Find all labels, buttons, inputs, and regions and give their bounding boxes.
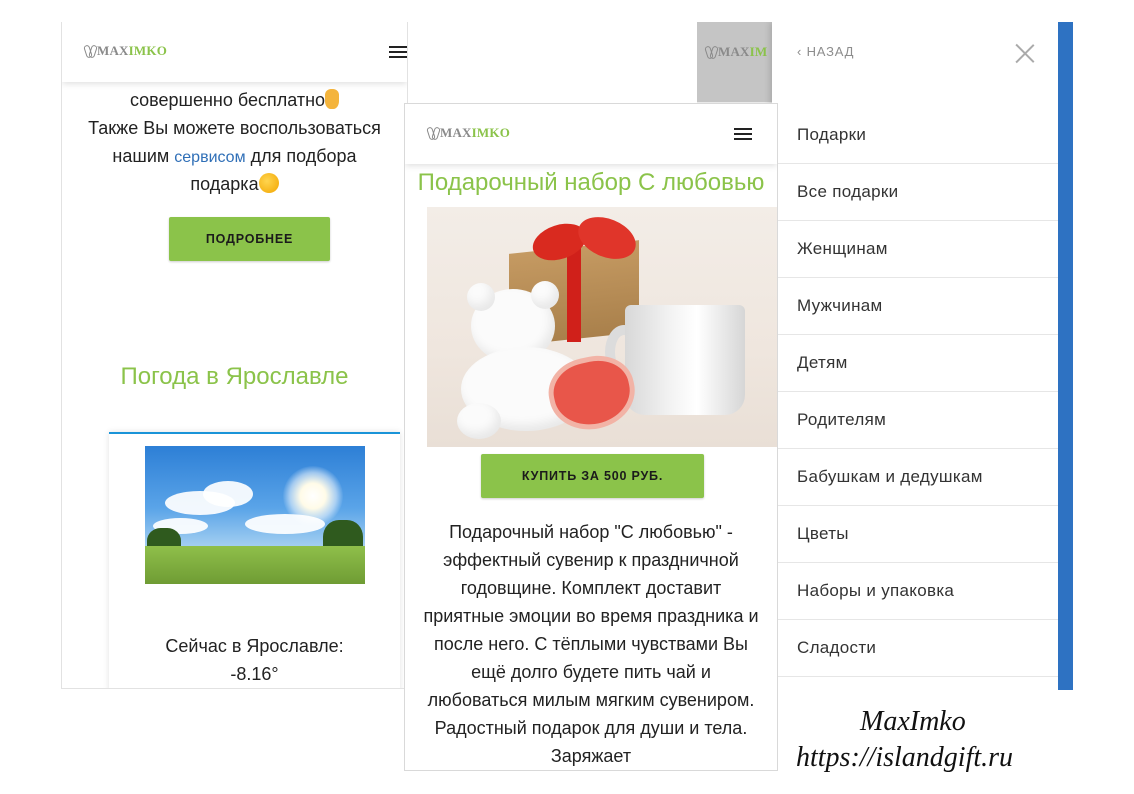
hamburger-menu-icon[interactable]: [734, 127, 752, 141]
category-menu: Подарки Все подарки Женщинам Мужчинам Детям Р…: [772, 107, 1058, 677]
background-logo: MAX IM: [705, 44, 767, 60]
scrollbar[interactable]: [1058, 22, 1073, 690]
header-bar: MAX IMKO: [62, 22, 407, 82]
menu-item[interactable]: Подарки: [772, 107, 1058, 164]
background-logo-max: MAX: [718, 44, 750, 59]
back-button[interactable]: ‹ НАЗАД: [797, 44, 854, 59]
hamburger-menu-icon[interactable]: [389, 45, 407, 59]
buy-button[interactable]: КУПИТЬ ЗА 500 РУБ.: [481, 454, 704, 498]
nav-drawer: ‹ НАЗАД Подарки Все подарки Женщинам Мужчин…: [772, 22, 1058, 690]
intro-line-1-text: совершенно бесплатно: [129, 90, 326, 110]
menu-item[interactable]: Цветы: [772, 506, 1058, 563]
weather-card: Сейчас в Ярославле: -8.16°: [109, 432, 400, 688]
logo-text-imko: IMKO: [128, 43, 168, 58]
menu-item[interactable]: Наборы и упаковка: [772, 563, 1058, 620]
service-link[interactable]: сервисом: [174, 149, 245, 166]
peace-hand-icon: [84, 44, 96, 58]
weather-image: [145, 446, 365, 584]
background-logo-im: IM: [749, 44, 768, 59]
intro-line-3: нашим сервисом для подбора: [62, 142, 407, 172]
product-description: Подарочный набор "С любовью" - эффектный…: [423, 522, 759, 766]
weather-heading: Погода в Ярославле: [120, 363, 349, 390]
menu-item[interactable]: Родителям: [772, 392, 1058, 449]
intro-line-4: подарка: [62, 170, 407, 198]
product-image[interactable]: [427, 207, 777, 447]
screen-product-page: MAX IMKO Подарочный набор С любовью КУПИТ…: [404, 103, 778, 771]
caption-url: https://islandgift.ru: [796, 742, 1014, 773]
logo[interactable]: MAX IMKO: [427, 125, 510, 141]
chevron-left-icon: ‹: [797, 44, 803, 59]
product-title: Подарочный набор С любовью: [417, 169, 765, 196]
logo-text-max: MAX: [97, 43, 129, 58]
menu-item[interactable]: Детям: [772, 335, 1058, 392]
menu-item[interactable]: Бабушкам и дедушкам: [772, 449, 1058, 506]
screen-weather-page: MAX IMKO совершенно бесплатно Также Вы мо…: [61, 22, 408, 689]
peace-hand-icon: [427, 126, 439, 140]
intro-line-3-after: для подбора: [250, 146, 357, 166]
victory-hand-icon: [325, 89, 340, 109]
background-header: MAX IM: [697, 22, 777, 102]
intro-line-4-text: подарка: [190, 174, 259, 194]
caption-brand: MaxImko: [860, 706, 966, 737]
peace-hand-icon: [705, 45, 717, 59]
logo-text-imko: IMKO: [471, 125, 511, 140]
header-bar: MAX IMKO: [405, 104, 777, 164]
more-button[interactable]: ПОДРОБНЕЕ: [169, 217, 330, 261]
logo[interactable]: MAX IMKO: [84, 43, 167, 59]
close-icon[interactable]: [1015, 43, 1035, 63]
weather-now-label: Сейчас в Ярославле:: [165, 636, 344, 656]
intro-line-1: совершенно бесплатно: [62, 86, 407, 114]
menu-item[interactable]: Все подарки: [772, 164, 1058, 221]
menu-item[interactable]: Женщинам: [772, 221, 1058, 278]
wink-smiley-icon: [258, 173, 279, 193]
weather-temperature: -8.16°: [230, 664, 279, 684]
logo-text-max: MAX: [440, 125, 472, 140]
intro-line-3-before: нашим: [112, 146, 170, 166]
back-label: НАЗАД: [806, 44, 855, 59]
menu-item[interactable]: Сладости: [772, 620, 1058, 677]
menu-item[interactable]: Мужчинам: [772, 278, 1058, 335]
intro-line-2: Также Вы можете воспользоваться: [88, 118, 381, 138]
